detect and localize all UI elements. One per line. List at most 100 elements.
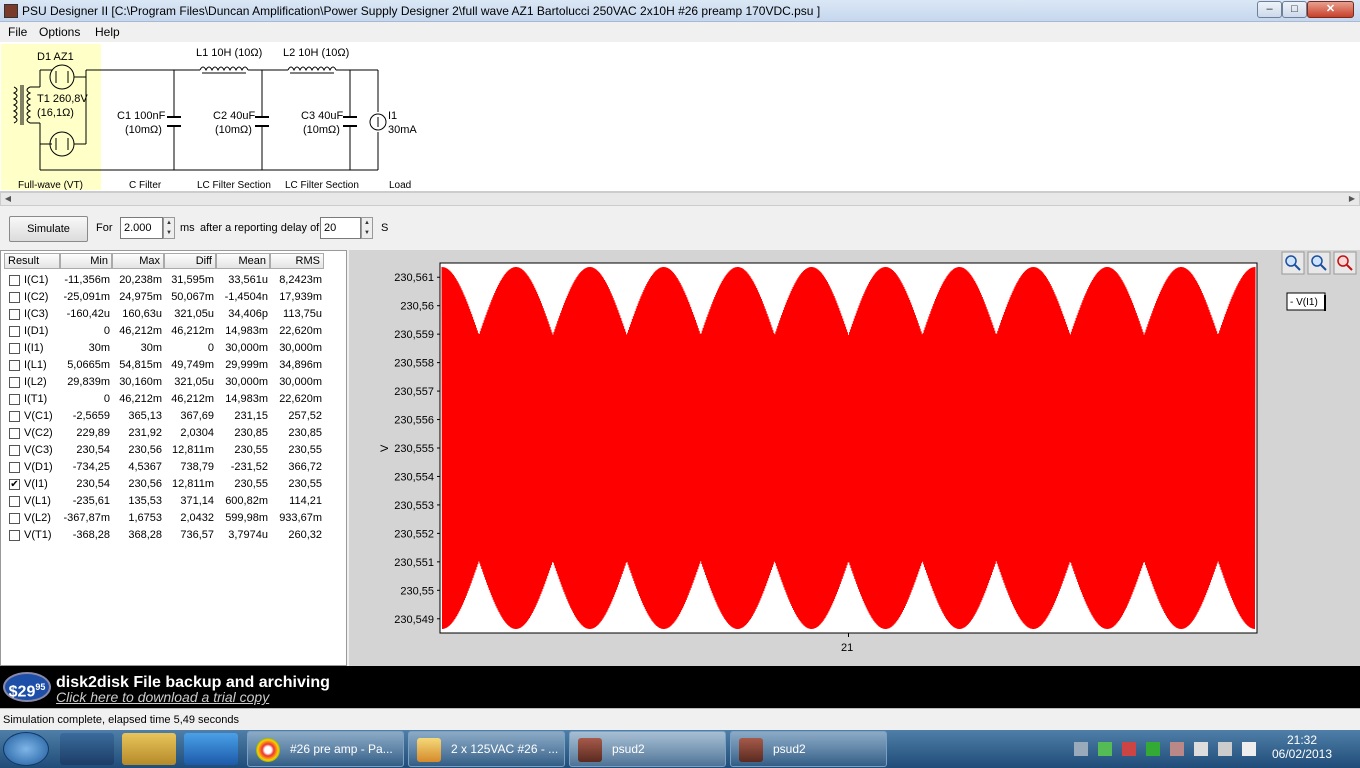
y-axis-label: V xyxy=(379,444,391,452)
table-row[interactable]: I(C3) -160,42u 160,63u 321,05u 34,406p 113,75… xyxy=(4,306,344,323)
zoom-in-icon[interactable] xyxy=(1281,251,1305,275)
cell-mean: 230,55 xyxy=(234,444,268,456)
duration-input[interactable]: 2.000 xyxy=(120,217,163,239)
voltage-plot[interactable]: 230,561 230,56 230,559 230,558 230,557 230,55… xyxy=(349,250,1360,666)
row-checkbox[interactable] xyxy=(9,462,20,473)
tray-network-icon[interactable] xyxy=(1074,742,1088,756)
cell-name: V(I1) xyxy=(24,478,48,490)
row-checkbox[interactable] xyxy=(9,292,20,303)
ad-banner[interactable]: $2995 disk2disk File backup and archivin… xyxy=(0,666,1360,708)
duration-spinner[interactable]: ▲ ▼ xyxy=(163,217,175,239)
cell-diff: 0 xyxy=(207,342,214,354)
simulate-button[interactable]: Simulate xyxy=(9,216,88,242)
col-rms[interactable]: RMS xyxy=(270,253,324,269)
table-row[interactable]: I(D1) 0 46,212m 46,212m 14,983m 22,620m xyxy=(4,323,344,340)
tray-volume-icon[interactable] xyxy=(1242,742,1256,756)
table-row[interactable]: V(C1) -2,5659 365,13 367,69 231,15 257,52 xyxy=(4,408,344,425)
section-load-label: Load xyxy=(389,180,411,191)
tray-check-icon[interactable] xyxy=(1146,742,1160,756)
row-checkbox[interactable] xyxy=(9,513,20,524)
cell-max: 160,63u xyxy=(122,308,162,320)
row-checkbox[interactable] xyxy=(9,445,20,456)
task-chrome[interactable]: #26 pre amp - Pa... xyxy=(247,731,404,767)
table-row[interactable]: V(D1) -734,25 4,5367 738,79 -231,52 366,72 xyxy=(4,459,344,476)
col-result[interactable]: Result xyxy=(4,253,60,269)
task-psud2[interactable]: psud2 xyxy=(730,731,887,767)
internet-explorer-icon[interactable] xyxy=(184,733,238,765)
delay-input[interactable]: 20 xyxy=(320,217,361,239)
cell-min: 5,0665m xyxy=(67,359,110,371)
scroll-right-icon[interactable]: ▶ xyxy=(1345,193,1359,205)
menu-options[interactable]: Options xyxy=(39,25,80,39)
zoom-out-icon[interactable] xyxy=(1307,251,1331,275)
tray-app-icon[interactable] xyxy=(1170,742,1184,756)
scroll-left-icon[interactable]: ◀ xyxy=(1,193,15,205)
maximize-button[interactable]: □ xyxy=(1282,1,1307,18)
taskbar: #26 pre amp - Pa... 2 x 125VAC #26 - ...… xyxy=(0,730,1360,768)
table-row[interactable]: I(C1) -11,356m 20,238m 31,595m 33,561u 8,2423… xyxy=(4,272,344,289)
cell-mean: 231,15 xyxy=(234,410,268,422)
menu-help[interactable]: Help xyxy=(95,25,120,39)
horizontal-scrollbar[interactable]: ◀ ▶ xyxy=(0,192,1360,206)
schematic-canvas[interactable]: D1 AZ1 T1 260,8V (16,1Ω) L1 10H (10Ω) L2… xyxy=(0,42,1360,192)
file-explorer-icon[interactable] xyxy=(122,733,176,765)
table-row[interactable]: I(T1) 0 46,212m 46,212m 14,983m 22,620m xyxy=(4,391,344,408)
cell-mean: 599,98m xyxy=(225,512,268,524)
close-button[interactable]: ✕ xyxy=(1307,1,1354,18)
i1-current-label: 30mA xyxy=(388,124,417,136)
tray-display-icon[interactable] xyxy=(1218,742,1232,756)
row-checkbox[interactable] xyxy=(9,360,20,371)
cell-diff: 2,0432 xyxy=(180,512,214,524)
task-paint[interactable]: 2 x 125VAC #26 - ... xyxy=(408,731,565,767)
delay-spinner[interactable]: ▲ ▼ xyxy=(361,217,373,239)
table-row[interactable]: I(L1) 5,0665m 54,815m 49,749m 29,999m 34,896m xyxy=(4,357,344,374)
table-row[interactable]: ✔ V(I1) 230,54 230,56 12,811m 230,55 230,55 xyxy=(4,476,344,493)
col-mean[interactable]: Mean xyxy=(216,253,270,269)
row-checkbox[interactable] xyxy=(9,377,20,388)
y-tick-label: 230,553 xyxy=(394,500,434,512)
tray-flag-icon[interactable] xyxy=(1194,742,1208,756)
cell-max: 231,92 xyxy=(128,427,162,439)
table-row[interactable]: I(I1) 30m 30m 0 30,000m 30,000m xyxy=(4,340,344,357)
row-checkbox[interactable] xyxy=(9,394,20,405)
tray-security-icon[interactable] xyxy=(1098,742,1112,756)
cell-name: I(C1) xyxy=(24,274,49,286)
cell-rms: 34,896m xyxy=(279,359,322,371)
system-clock[interactable]: 21:32 06/02/2013 xyxy=(1268,733,1336,761)
table-row[interactable]: V(L2) -367,87m 1,6753 2,0432 599,98m 933,67m xyxy=(4,510,344,527)
table-row[interactable]: I(C2) -25,091m 24,975m 50,067m -1,4504n 17,93… xyxy=(4,289,344,306)
col-max[interactable]: Max xyxy=(112,253,164,269)
row-checkbox[interactable] xyxy=(9,343,20,354)
row-checkbox[interactable] xyxy=(9,530,20,541)
media-player-icon[interactable] xyxy=(60,733,114,765)
zoom-reset-icon[interactable] xyxy=(1333,251,1357,275)
row-checkbox[interactable] xyxy=(9,496,20,507)
table-row[interactable]: I(L2) 29,839m 30,160m 321,05u 30,000m 30,000m xyxy=(4,374,344,391)
row-checkbox[interactable] xyxy=(9,326,20,337)
task-psud2-active[interactable]: psud2 xyxy=(569,731,726,767)
minimize-button[interactable]: – xyxy=(1257,1,1282,18)
row-checkbox[interactable] xyxy=(9,428,20,439)
row-checkbox[interactable] xyxy=(9,275,20,286)
table-row[interactable]: V(C3) 230,54 230,56 12,811m 230,55 230,55 xyxy=(4,442,344,459)
cell-diff: 367,69 xyxy=(180,410,214,422)
table-row[interactable]: V(C2) 229,89 231,92 2,0304 230,85 230,85 xyxy=(4,425,344,442)
plot-panel[interactable]: 230,561 230,56 230,559 230,558 230,557 230,55… xyxy=(349,250,1360,666)
menu-file[interactable]: File xyxy=(8,25,27,39)
seconds-label: S xyxy=(381,222,389,234)
tray-alert-icon[interactable] xyxy=(1122,742,1136,756)
cell-name: I(C3) xyxy=(24,308,49,320)
row-checkbox[interactable] xyxy=(9,411,20,422)
row-checkbox[interactable] xyxy=(9,309,20,320)
col-diff[interactable]: Diff xyxy=(164,253,216,269)
start-button[interactable] xyxy=(3,732,49,766)
cell-diff: 49,749m xyxy=(171,359,214,371)
table-row[interactable]: V(T1) -368,28 368,28 736,57 3,7974u 260,32 xyxy=(4,527,344,544)
cell-mean: 3,7974u xyxy=(228,529,268,541)
c1-resistance-label: (10mΩ) xyxy=(125,124,162,136)
row-checkbox[interactable]: ✔ xyxy=(9,479,20,490)
cell-diff: 2,0304 xyxy=(180,427,214,439)
col-min[interactable]: Min xyxy=(60,253,112,269)
ad-download-link[interactable]: Click here to download a trial copy xyxy=(56,689,269,705)
table-row[interactable]: V(L1) -235,61 135,53 371,14 600,82m 114,21 xyxy=(4,493,344,510)
